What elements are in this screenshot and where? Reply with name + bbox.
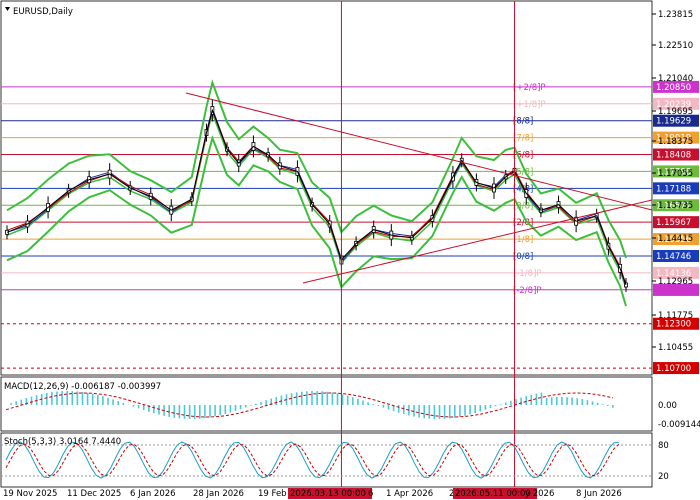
murrey-label: [+2/8]P xyxy=(513,83,546,93)
axis-tick-label: 1.21040 xyxy=(658,74,693,84)
axis-tick-label: 1.22510 xyxy=(658,41,693,51)
date-label: 1 Apr 2026 xyxy=(386,489,433,499)
date-label: 2026.03.13 00:00 xyxy=(290,489,366,499)
stoch-tick: 20 xyxy=(658,472,669,482)
price-tag-text: 1.12300 xyxy=(656,320,691,330)
macd-label: MACD(12,26,9) -0.006187 -0.003997 xyxy=(4,382,161,392)
date-label: 6 xyxy=(368,489,373,499)
stoch-label: Stoch(5,3,3) 3.0164 7.4440 xyxy=(4,437,121,447)
price-tag-text: 1.19629 xyxy=(656,117,691,127)
date-label: 2026.05.11 00:00 xyxy=(455,489,531,499)
murrey-label: [7/8] xyxy=(513,134,533,144)
murrey-label: [-1/8]P xyxy=(513,269,542,279)
murrey-label: [8/8] xyxy=(513,117,533,127)
macd-tick: 0.00 xyxy=(658,401,677,411)
murrey-label: [-2/8]P xyxy=(513,286,542,296)
chart-title: EURUSD,Daily xyxy=(13,7,73,17)
axis-tick-label: 1.19695 xyxy=(658,107,693,117)
axis-tick-label: 1.14415 xyxy=(658,234,693,244)
murrey-label: [2/8] xyxy=(513,218,533,228)
date-label: 8 Jun 2026 xyxy=(576,489,622,499)
murrey-label: [0/8] xyxy=(513,252,533,262)
stoch-tick: 80 xyxy=(658,441,669,451)
date-label: 6 Jan 2026 xyxy=(130,489,176,499)
price-tag-text: 1.18408 xyxy=(656,151,691,161)
date-label: 19 Nov 2025 xyxy=(3,489,57,499)
date-label: 28 Jan 2026 xyxy=(193,489,244,499)
axis-tick-label: 1.23815 xyxy=(658,10,693,20)
price-tag-text: 1.17188 xyxy=(656,184,691,194)
price-tag-text: 1.10700 xyxy=(656,364,691,374)
macd-tick: -0.009144 xyxy=(658,420,700,430)
murrey-label: [+1/8]P xyxy=(513,100,546,110)
price-tag-text: 1.15967 xyxy=(656,218,691,228)
axis-tick-label: 1.11775 xyxy=(658,311,693,321)
murrey-label: [1/8] xyxy=(513,235,533,245)
axis-tick-label: 1.10455 xyxy=(658,343,693,353)
chart-canvas[interactable]: [+2/8]P 1.20850[+1/8]P 1.20239[8/8] 1.19629… xyxy=(0,0,700,500)
axis-tick-label: 1.12965 xyxy=(658,277,693,287)
date-label: y 2026 xyxy=(525,489,554,499)
date-label: 11 Dec 2025 xyxy=(67,489,121,499)
price-tag-text: 1.14746 xyxy=(656,252,691,262)
price-tag-text: 1.20850 xyxy=(656,83,691,93)
axis-tick-label: 1.17055 xyxy=(658,169,693,179)
axis-tick-label: 1.15735 xyxy=(658,201,693,211)
axis-tick-label: 1.18375 xyxy=(658,137,693,147)
